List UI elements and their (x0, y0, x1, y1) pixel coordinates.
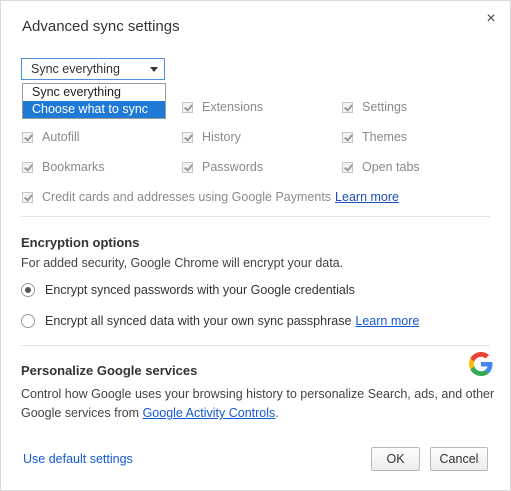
sync-mode-select[interactable]: Sync everything (21, 58, 165, 80)
personalize-line2-prefix: Google services from (21, 406, 143, 420)
dialog-title: Advanced sync settings (22, 18, 180, 35)
checkbox-label: Autofill (42, 130, 80, 144)
checkbox-payments[interactable]: Credit cards and addresses using Google … (22, 189, 399, 205)
encryption-description: For added security, Google Chrome will e… (21, 256, 344, 270)
radio-label: Encrypt synced passwords with your Googl… (45, 283, 355, 297)
payments-learn-more-link[interactable]: Learn more (335, 190, 399, 204)
checkbox-checked-icon (182, 131, 193, 143)
checkbox-label: Themes (362, 130, 408, 144)
google-g-icon (469, 352, 493, 376)
checkbox-checked-icon (342, 101, 353, 113)
checkbox-extensions[interactable]: Extensions (182, 99, 263, 115)
close-icon[interactable]: × (483, 11, 499, 27)
radio-encrypt-all-passphrase[interactable]: Encrypt all synced data with your own sy… (21, 313, 419, 329)
divider (21, 345, 490, 346)
radio-encrypt-passwords[interactable]: Encrypt synced passwords with your Googl… (21, 282, 355, 298)
divider (21, 216, 490, 217)
checkbox-checked-icon (22, 131, 33, 143)
checkbox-label: Settings (362, 100, 408, 114)
checkbox-label: History (202, 130, 241, 144)
menu-item-choose-what-to-sync[interactable]: Choose what to sync (23, 101, 165, 118)
personalize-description-line1: Control how Google uses your browsing hi… (21, 387, 495, 401)
checkbox-label: Extensions (202, 100, 264, 114)
checkbox-checked-icon (182, 161, 193, 173)
checkbox-checked-icon (342, 161, 353, 173)
radio-unselected-icon (21, 314, 35, 328)
cancel-button[interactable]: Cancel (430, 447, 488, 471)
passphrase-learn-more-link[interactable]: Learn more (355, 314, 419, 328)
use-default-settings-link[interactable]: Use default settings (23, 452, 133, 466)
checkbox-autofill[interactable]: Autofill (22, 129, 80, 145)
dropdown-arrow-icon (150, 67, 158, 72)
checkbox-label: Bookmarks (42, 160, 105, 174)
sync-mode-menu: Sync everything Choose what to sync (22, 83, 166, 119)
checkbox-label: Passwords (202, 160, 264, 174)
checkbox-bookmarks[interactable]: Bookmarks (22, 159, 105, 175)
checkbox-label: Credit cards and addresses using Google … (42, 190, 332, 204)
checkbox-checked-icon (182, 101, 193, 113)
checkbox-label: Open tabs (362, 160, 420, 174)
checkbox-passwords[interactable]: Passwords (182, 159, 263, 175)
google-activity-controls-link[interactable]: Google Activity Controls (143, 406, 276, 420)
radio-label: Encrypt all synced data with your own sy… (45, 314, 352, 328)
encryption-heading: Encryption options (21, 235, 140, 250)
personalize-line2-suffix: . (275, 406, 279, 420)
checkbox-themes[interactable]: Themes (342, 129, 407, 145)
personalize-heading: Personalize Google services (21, 363, 198, 378)
checkbox-history[interactable]: History (182, 129, 241, 145)
menu-item-sync-everything[interactable]: Sync everything (23, 84, 165, 101)
checkbox-checked-icon (342, 131, 353, 143)
sync-mode-select-value: Sync everything (31, 62, 120, 76)
ok-button[interactable]: OK (371, 447, 420, 471)
advanced-sync-settings-dialog: Advanced sync settings × Sync everything… (0, 0, 511, 491)
checkbox-open-tabs[interactable]: Open tabs (342, 159, 420, 175)
checkbox-checked-icon (22, 191, 33, 203)
personalize-description-line2: Google services from Google Activity Con… (21, 406, 279, 420)
radio-selected-icon (21, 283, 35, 297)
checkbox-checked-icon (22, 161, 33, 173)
checkbox-settings[interactable]: Settings (342, 99, 407, 115)
